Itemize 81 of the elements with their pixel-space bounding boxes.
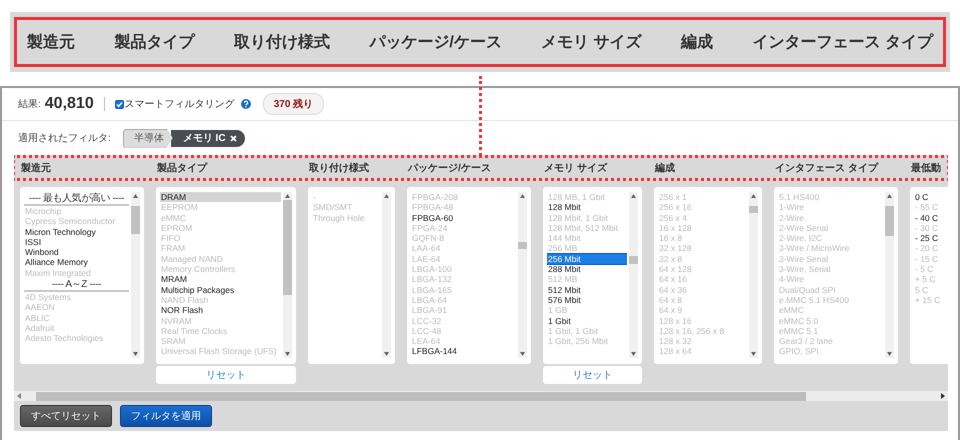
list-option[interactable]: - 25 C <box>914 233 946 244</box>
scrollbar[interactable] <box>629 192 638 358</box>
scrollbar[interactable] <box>283 192 292 358</box>
list-option[interactable]: Alliance Memory <box>24 257 129 268</box>
close-icon[interactable] <box>230 134 237 142</box>
list-option[interactable]: 0 C <box>914 192 946 202</box>
scroll-thumb[interactable] <box>518 242 527 249</box>
column-heading: パッケージ/ケース <box>408 162 492 175</box>
scroll-down-icon[interactable] <box>384 352 389 356</box>
scroll-down-icon[interactable] <box>520 352 525 356</box>
scroll-right-icon[interactable] <box>941 393 945 399</box>
scrollbar[interactable] <box>382 192 391 358</box>
column-heading: パッケージ/ケース <box>369 32 502 52</box>
column-heading: 編成 <box>655 162 676 175</box>
list-option[interactable]: 576 Mbit <box>547 294 627 306</box>
scroll-down-icon[interactable] <box>285 352 290 356</box>
column-heading: 編成 <box>681 32 714 52</box>
scroll-thumb[interactable] <box>885 206 894 236</box>
list-option[interactable]: 256 Mbit <box>547 254 627 264</box>
scrollbar[interactable] <box>749 192 758 358</box>
column-heading: 製造元 <box>21 162 52 175</box>
breadcrumb-chip[interactable]: 半導体 <box>122 128 173 148</box>
scrollbar[interactable] <box>518 192 527 358</box>
scroll-down-icon[interactable] <box>631 352 636 356</box>
list-option[interactable]: DRAM <box>160 192 281 202</box>
scrollbar[interactable] <box>885 192 894 358</box>
scroll-thumb[interactable] <box>36 392 806 400</box>
list-option[interactable]: Winbond <box>24 247 129 258</box>
scroll-thumb[interactable] <box>131 206 140 234</box>
list-option[interactable]: Micron Technology <box>24 226 129 237</box>
scroll-up-icon[interactable] <box>751 194 756 198</box>
help-icon[interactable] <box>240 99 251 109</box>
list-option[interactable]: LFBGA-144 <box>411 346 516 357</box>
column-heading: 取り付け様式 <box>234 32 330 52</box>
applied-filters-label: 適用されたフィルタ: <box>18 132 111 145</box>
list-option[interactable]: - 40 C <box>914 212 946 223</box>
list-option[interactable]: Multichip Packages <box>160 284 281 295</box>
scroll-left-icon[interactable] <box>17 393 21 399</box>
remaining-badge: 370 残り <box>262 93 324 115</box>
group-heading: ---- 最も人気が高い ---- <box>24 192 129 206</box>
scroll-up-icon[interactable] <box>285 194 290 198</box>
scroll-up-icon[interactable] <box>133 194 138 198</box>
reset-link[interactable]: リセット <box>543 366 642 384</box>
column-heading: インタフェース タイプ <box>775 161 880 175</box>
column-heading: 製品タイプ <box>114 32 194 52</box>
scrollbar[interactable] <box>131 192 140 358</box>
list-option[interactable]: 128 Mbit <box>547 202 627 213</box>
group-heading: ---- A～Z ---- <box>24 278 129 292</box>
column-heading: 製品タイプ <box>157 161 208 175</box>
column-heading: メモリ サイズ <box>544 162 608 175</box>
list-option[interactable]: FPBGA-60 <box>411 212 516 223</box>
scroll-down-icon[interactable] <box>751 352 756 356</box>
list-option[interactable]: MRAM <box>160 274 281 285</box>
column-heading: 取り付け様式 <box>309 162 370 175</box>
checkbox[interactable] <box>114 100 124 108</box>
column-heading: 製造元 <box>27 32 75 52</box>
list-option[interactable]: 1 Gbit <box>547 316 627 326</box>
filter-chip[interactable]: メモリ IC <box>170 130 245 146</box>
column-heading: 最低動 <box>911 162 942 175</box>
scroll-up-icon[interactable] <box>887 194 892 198</box>
scroll-down-icon[interactable] <box>133 352 138 356</box>
reset-link[interactable]: リセット <box>156 366 296 384</box>
list-option[interactable]: ISSI <box>24 236 129 248</box>
column-heading: インターフェース タイプ <box>752 32 933 52</box>
scroll-thumb[interactable] <box>749 206 758 213</box>
scroll-thumb[interactable] <box>283 200 292 296</box>
list-option[interactable]: 512 Mbit <box>547 284 627 295</box>
scroll-up-icon[interactable] <box>384 194 389 198</box>
column-heading: メモリ サイズ <box>541 32 642 52</box>
reset-all-button[interactable]: すべてリセット <box>20 405 112 427</box>
list-option[interactable]: NOR Flash <box>160 305 281 316</box>
scroll-up-icon[interactable] <box>631 194 636 198</box>
apply-filter-button[interactable]: フィルタを適用 <box>120 405 212 427</box>
checkbox-label: スマートフィルタリング <box>124 98 235 111</box>
results-label: 結果: <box>18 98 41 111</box>
scroll-thumb[interactable] <box>629 256 638 264</box>
list-option[interactable]: 288 Mbit <box>547 264 627 274</box>
horizontal-scrollbar[interactable] <box>14 391 948 401</box>
scroll-down-icon[interactable] <box>887 352 892 356</box>
results-count: 40,810 <box>44 95 94 113</box>
scroll-up-icon[interactable] <box>520 194 525 198</box>
